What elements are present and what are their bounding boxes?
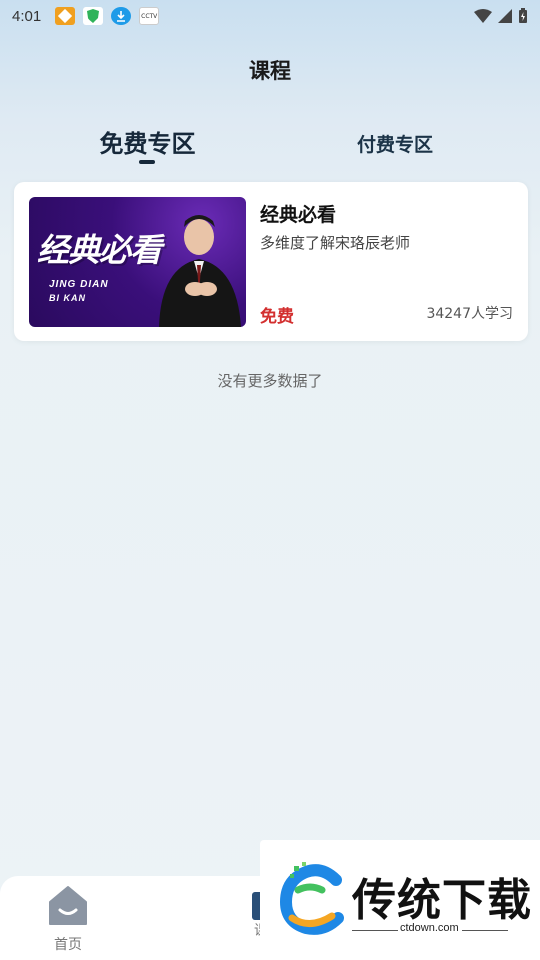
wifi-icon [474, 9, 492, 23]
tab-free-zone[interactable]: 免费专区 [80, 124, 215, 159]
course-thumbnail[interactable]: 经典必看 JING DIAN BI KAN [29, 197, 246, 327]
course-description: 多维度了解宋珞辰老师 [260, 234, 411, 252]
news-icon: CCTV [139, 7, 160, 25]
signal-icon [498, 9, 512, 23]
status-time: 4:01 [12, 7, 42, 25]
nav-home[interactable]: 首页 [30, 884, 106, 954]
no-more-data-text: 没有更多数据了 [217, 372, 323, 390]
thumbnail-pinyin-line2: BI KAN [49, 293, 86, 303]
watermark-title: 传统下载 [352, 875, 532, 926]
course-title: 经典必看 [260, 204, 337, 226]
battery-icon [519, 8, 527, 23]
page-title: 课程 [249, 59, 291, 83]
ctdown-logo-icon [279, 862, 344, 935]
download-icon [111, 7, 132, 25]
tab-active-indicator [139, 160, 155, 164]
status-bar: 4:01 CCTV [0, 0, 540, 32]
course-student-count: 34247人学习 [426, 306, 513, 322]
shield-leaf-icon [83, 7, 104, 25]
course-price: 免费 [260, 307, 294, 327]
watermark-url: ctdown.com [400, 922, 459, 934]
tab-bar: 免费专区 付费专区 [0, 120, 540, 170]
watermark-divider-right [462, 930, 508, 931]
watermark-overlay: 传统下载 ctdown.com [260, 840, 540, 960]
home-icon [49, 886, 87, 925]
thumbnail-pinyin-line1: JING DIAN [49, 279, 109, 290]
nav-home-label: 首页 [54, 937, 82, 953]
notification-icons: CCTV [55, 7, 160, 25]
system-icons [474, 8, 528, 24]
teacher-portrait-image [159, 215, 241, 327]
course-card[interactable]: 经典必看 JING DIAN BI KAN 经典必看 多维度了解宋珞辰老师 免费… [14, 182, 528, 341]
tab-paid-zone[interactable]: 付费专区 [330, 130, 460, 157]
thumbnail-headline: 经典必看 [37, 231, 162, 269]
watermark-divider-left [352, 930, 398, 931]
app-orange-icon [55, 7, 76, 25]
